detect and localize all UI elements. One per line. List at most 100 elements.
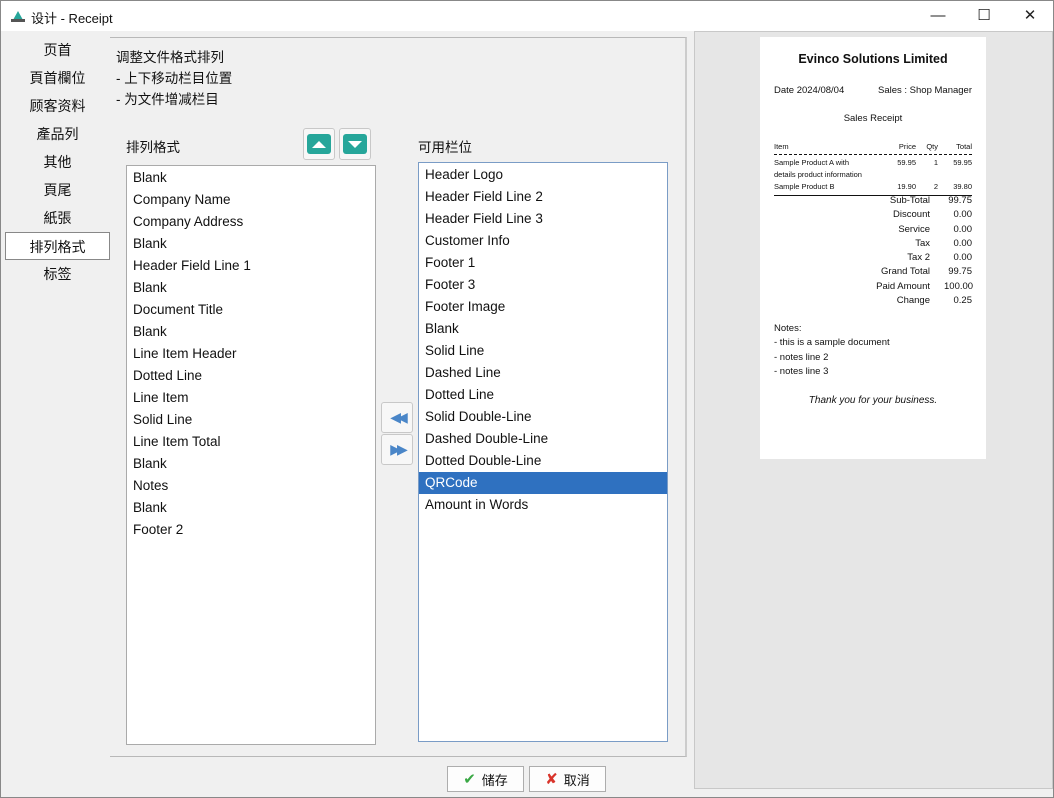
total-row: Paid Amount 100.00 xyxy=(774,280,974,294)
layout-list-item[interactable]: Blank xyxy=(127,453,375,475)
line-item-cell: details product information xyxy=(774,170,862,179)
layout-list-item[interactable]: Solid Line xyxy=(127,409,375,431)
layout-list-item[interactable]: Blank xyxy=(127,497,375,519)
dotted-line xyxy=(774,154,972,155)
layout-list-label: 排列格式 xyxy=(126,140,180,155)
layout-list-item[interactable]: Company Address xyxy=(127,211,375,233)
sidebar-item-other[interactable]: 其他 xyxy=(5,148,110,176)
move-down-button[interactable] xyxy=(339,128,371,160)
line-item-cell: Sample Product B xyxy=(774,182,835,191)
col-price: Price xyxy=(898,142,916,151)
total-label: Sub-Total xyxy=(889,195,930,206)
total-label: Tax 2 xyxy=(907,252,930,264)
app-icon xyxy=(11,11,25,22)
double-left-arrow-icon: ◀◀ xyxy=(390,409,407,425)
save-label: 储存 xyxy=(481,772,508,788)
available-list-item[interactable]: Header Logo xyxy=(419,164,667,186)
available-list-item[interactable]: Footer Image xyxy=(419,296,667,318)
receipt-date: Date 2024/08/04 xyxy=(774,85,845,96)
layout-list-item[interactable]: Blank xyxy=(127,233,375,255)
layout-list-item[interactable]: Line Item xyxy=(127,387,375,409)
add-to-layout-button[interactable]: ◀◀ xyxy=(381,402,413,433)
sidebar-item-layout[interactable]: 排列格式 xyxy=(5,232,110,260)
available-list-item[interactable]: Header Field Line 2 xyxy=(419,186,667,208)
layout-list-item[interactable]: Line Item Total xyxy=(127,431,375,453)
layout-list-item[interactable]: Header Field Line 1 xyxy=(127,255,375,277)
available-list-item[interactable]: Solid Line xyxy=(419,340,667,362)
available-list-item[interactable]: Footer 1 xyxy=(419,252,667,274)
col-total: Total xyxy=(956,142,972,151)
minimize-button[interactable]: — xyxy=(915,1,961,31)
check-icon: ✔ xyxy=(463,771,476,788)
available-list-item[interactable]: QRCode xyxy=(419,472,667,494)
layout-list[interactable]: Blank Company Name Company Address Blank Hea… xyxy=(126,165,376,745)
layout-list-item[interactable]: Document Title xyxy=(127,299,375,321)
available-list-item[interactable]: Dotted Double-Line xyxy=(419,450,667,472)
notes: Notes: - this is a sample document - notes… xyxy=(774,322,890,379)
available-list-item[interactable]: Header Field Line 3 xyxy=(419,208,667,230)
sidebar-item-customer[interactable]: 顾客资料 xyxy=(5,92,110,120)
total-label: Grand Total xyxy=(881,266,930,278)
line-item-cell xyxy=(938,169,972,181)
line-item-cell: 59.95 xyxy=(897,158,916,167)
available-list[interactable]: Header Logo Header Field Line 2 Header Fie… xyxy=(418,162,668,742)
available-list-item[interactable]: Solid Double-Line xyxy=(419,406,667,428)
total-value: 0.00 xyxy=(953,252,973,264)
available-list-item[interactable]: Blank xyxy=(419,318,667,340)
layout-list-item[interactable]: Blank xyxy=(127,321,375,343)
line-item-cell: 19.90 xyxy=(897,182,916,191)
layout-list-item[interactable]: Footer 2 xyxy=(127,519,375,541)
total-value: 100.00 xyxy=(944,280,974,292)
total-label: Change xyxy=(896,295,930,307)
available-list-item[interactable]: Footer 3 xyxy=(419,274,667,296)
total-row: Tax 0.00 xyxy=(774,237,972,251)
layout-list-item[interactable]: Dotted Line xyxy=(127,365,375,387)
available-list-item[interactable]: Dashed Line xyxy=(419,362,667,384)
total-row: Change 0.25 xyxy=(774,294,972,308)
line-item: details product information xyxy=(774,169,972,181)
available-list-item[interactable]: Dashed Double-Line xyxy=(419,428,667,450)
note-line: - notes line 2 xyxy=(774,351,829,363)
col-item: Item xyxy=(774,142,789,151)
intro-line: - 上下移动栏目位置 xyxy=(116,71,233,86)
available-list-item[interactable]: Amount in Words xyxy=(419,494,667,516)
sidebar-item-labels[interactable]: 标签 xyxy=(5,260,110,288)
sidebar-item-footer[interactable]: 頁尾 xyxy=(5,176,110,204)
sidebar-item-product-line[interactable]: 產品列 xyxy=(5,120,110,148)
layout-list-item[interactable]: Notes xyxy=(127,475,375,497)
title-bar: 设计 - Receipt — ☐ ✕ xyxy=(1,1,1053,31)
remove-from-layout-button[interactable]: ▶▶ xyxy=(381,434,413,465)
intro-text: 调整文件格式排列 - 上下移动栏目位置 - 为文件增减栏目 xyxy=(116,47,232,110)
x-icon: ✘ xyxy=(545,771,558,788)
layout-list-item[interactable]: Blank xyxy=(127,167,375,189)
layout-list-item[interactable]: Blank xyxy=(127,277,375,299)
line-item-cell: Sample Product A with xyxy=(774,158,850,167)
available-list-item[interactable]: Customer Info xyxy=(419,230,667,252)
col-qty: Qty xyxy=(926,142,938,151)
available-list-item[interactable]: Dotted Line xyxy=(419,384,667,406)
total-row: Tax 2 0.00 xyxy=(774,251,972,265)
save-button[interactable]: ✔ 储存 xyxy=(447,766,524,792)
sidebar-item-header[interactable]: 页首 xyxy=(5,36,110,64)
note-line: Notes: xyxy=(774,323,802,334)
layout-list-item[interactable]: Company Name xyxy=(127,189,375,211)
cancel-button[interactable]: ✘ 取消 xyxy=(529,766,606,792)
total-value: 99.75 xyxy=(948,266,972,278)
total-label: Tax xyxy=(915,237,930,249)
sidebar-item-header-fields[interactable]: 頁首欄位 xyxy=(5,64,110,92)
intro-line: - 为文件增减栏目 xyxy=(116,92,219,107)
document-title: Sales Receipt xyxy=(843,113,903,124)
note-line: - this is a sample document xyxy=(774,337,890,349)
maximize-button[interactable]: ☐ xyxy=(961,1,1007,31)
line-item-cell xyxy=(916,169,938,181)
note-line: - notes line 3 xyxy=(774,365,829,377)
totals: Sub-Total 99.75 Discount 0.00 Service 0.00 Tax… xyxy=(774,194,974,308)
cancel-label: 取消 xyxy=(563,772,590,788)
close-button[interactable]: ✕ xyxy=(1007,1,1053,31)
arrow-down-icon xyxy=(343,134,367,154)
sidebar-item-paper[interactable]: 紙張 xyxy=(5,204,110,232)
layout-list-item[interactable]: Line Item Header xyxy=(127,343,375,365)
total-value: 0.00 xyxy=(953,237,973,249)
line-item-cell xyxy=(884,169,916,181)
move-up-button[interactable] xyxy=(303,128,335,160)
